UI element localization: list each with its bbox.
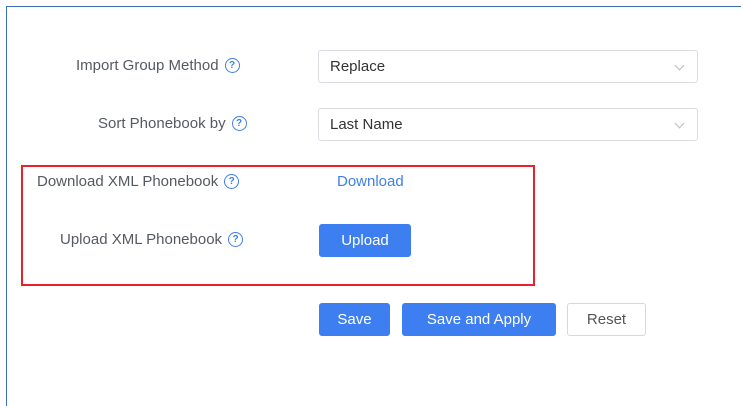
import-group-method-label-text: Import Group Method (76, 57, 219, 74)
sort-phonebook-select[interactable]: Last Name (318, 108, 698, 141)
save-and-apply-button[interactable]: Save and Apply (402, 303, 556, 336)
upload-xml-label-text: Upload XML Phonebook (60, 231, 223, 248)
sort-phonebook-label-text: Sort Phonebook by (98, 115, 226, 132)
help-icon[interactable]: ? (231, 116, 247, 131)
upload-button[interactable]: Upload (319, 224, 411, 257)
sort-phonebook-value: Last Name (330, 116, 403, 133)
upload-xml-label: Upload XML Phonebook ? (60, 231, 244, 248)
download-link[interactable]: Download (337, 173, 404, 190)
chevron-down-icon (674, 60, 685, 71)
import-group-method-select[interactable]: Replace (318, 50, 698, 83)
import-group-method-value: Replace (330, 58, 386, 75)
import-group-method-label: Import Group Method ? (76, 57, 240, 74)
help-icon[interactable]: ? (228, 232, 244, 247)
chevron-down-icon (674, 118, 685, 129)
reset-button[interactable]: Reset (567, 303, 646, 336)
save-button[interactable]: Save (319, 303, 390, 336)
download-xml-label: Download XML Phonebook ? (37, 173, 240, 190)
help-icon[interactable]: ? (224, 174, 240, 189)
help-icon[interactable]: ? (224, 58, 240, 73)
sort-phonebook-label: Sort Phonebook by ? (98, 115, 247, 132)
download-xml-label-text: Download XML Phonebook (37, 173, 219, 190)
